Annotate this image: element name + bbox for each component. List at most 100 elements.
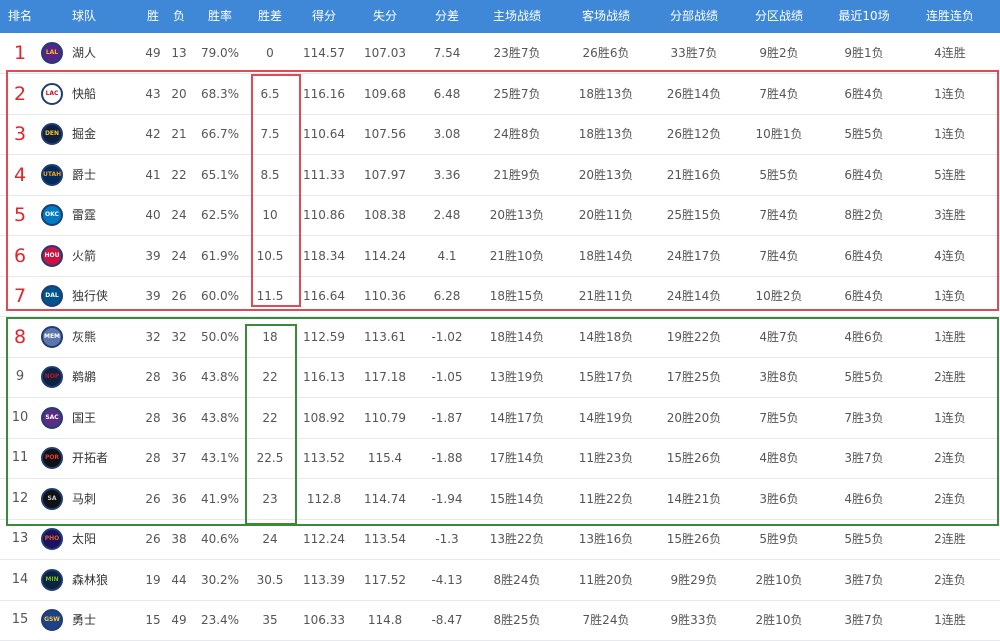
team-logo-icon[interactable]: GSW: [41, 609, 63, 631]
cell-conf: 20胜20负: [666, 410, 722, 425]
team-logo-icon[interactable]: OKC: [41, 204, 63, 226]
table-row[interactable]: 13 PHO 太阳 26 38 40.6% 24 112.24 113.54 -1.3 13胜22负…: [0, 519, 1000, 560]
team-name-link[interactable]: 森林狼: [72, 560, 108, 600]
team-name-link[interactable]: 灰熊: [72, 317, 96, 357]
cell-div: 10胜2负: [755, 289, 803, 303]
team-name-link[interactable]: 开拓者: [72, 438, 108, 478]
cell-away: 20胜11负: [578, 208, 634, 222]
cell-home: 18胜15负: [489, 289, 545, 303]
cell-div: 3胜6负: [759, 491, 799, 506]
cell-home: 13胜19负: [489, 370, 545, 384]
header-conf[interactable]: 分部战绩: [654, 0, 734, 33]
table-row[interactable]: 9 NOP 鹈鹕 28 36 43.8% 22 116.13 117.18 -1.05 13胜19负…: [0, 357, 1000, 398]
team-name-link[interactable]: 太阳: [72, 519, 96, 559]
header-home[interactable]: 主场战绩: [477, 0, 557, 33]
cell-away: 11胜23负: [578, 451, 634, 465]
cell-diff: -1.02: [431, 329, 463, 344]
header-away[interactable]: 客场战绩: [566, 0, 646, 33]
table-row[interactable]: 10 SAC 国王 28 36 43.8% 22 108.92 110.79 -1.87 14胜17…: [0, 398, 1000, 439]
cell-streak: 2连胜: [934, 370, 966, 384]
rank-number: 5: [13, 204, 27, 226]
cell-last10: 8胜2负: [844, 208, 884, 222]
cell-away: 18胜13负: [578, 127, 634, 141]
cell-home: 14胜17负: [489, 410, 545, 425]
table-row[interactable]: 1 LAL 湖人 49 13 79.0% 0 114.57 107.03 7.54 23胜7负 26胜…: [0, 33, 1000, 74]
team-logo-icon[interactable]: DAL: [41, 285, 63, 307]
team-name-link[interactable]: 国王: [72, 398, 96, 438]
team-logo-icon[interactable]: NOP: [41, 366, 63, 388]
cell-div: 7胜4负: [759, 86, 799, 101]
rank-number: 10: [11, 409, 29, 425]
cell-last10: 6胜4负: [844, 86, 884, 101]
cell-conf: 14胜21负: [666, 491, 722, 506]
team-logo-icon[interactable]: MEM: [41, 325, 63, 348]
cell-diff: 6.48: [433, 86, 461, 101]
table-row[interactable]: 3 DEN 掘金 42 21 66.7% 7.5 110.64 107.56 3.08 24胜8负 1…: [0, 114, 1000, 155]
cell-away: 13胜16负: [578, 532, 634, 546]
rank-number: 11: [11, 450, 29, 465]
team-name-link[interactable]: 湖人: [72, 33, 96, 73]
cell-away: 11胜22负: [578, 491, 634, 506]
team-logo-icon[interactable]: PHO: [41, 528, 63, 550]
team-logo-icon[interactable]: SA: [41, 487, 63, 510]
team-name-link[interactable]: 快船: [72, 74, 96, 114]
table-row[interactable]: 11 POR 开拓者 28 37 43.1% 22.5 113.52 115.4 -1.88 17胜…: [0, 438, 1000, 479]
team-logo-icon[interactable]: UTAH: [41, 163, 63, 186]
header-last10[interactable]: 最近10场: [824, 0, 904, 33]
cell-last10: 6胜4负: [844, 248, 884, 263]
team-name-link[interactable]: 爵士: [72, 155, 96, 195]
team-name-link[interactable]: 鹈鹕: [72, 357, 96, 397]
team-logo-icon[interactable]: LAL: [41, 42, 63, 64]
cell-last10: 4胜6负: [844, 491, 884, 506]
table-row[interactable]: 5 OKC 雷霆 40 24 62.5% 10 110.86 108.38 2.48 20胜13负 2…: [0, 195, 1000, 236]
cell-conf: 24胜14负: [666, 289, 722, 303]
cell-streak: 5连胜: [934, 167, 966, 182]
team-logo-icon[interactable]: SAC: [41, 406, 63, 429]
table-row[interactable]: 12 SA 马刺 26 36 41.9% 23 112.8 114.74 -1.94 15胜14负 1…: [0, 479, 1000, 520]
cell-conf: 26胜12负: [666, 127, 722, 141]
cell-streak: 1连负: [934, 289, 966, 303]
rank-number: 2: [13, 82, 27, 105]
cell-away: 18胜13负: [578, 86, 634, 101]
team-logo-icon[interactable]: POR: [41, 447, 63, 469]
cell-streak: 2连负: [934, 451, 966, 465]
team-logo-icon[interactable]: HOU: [41, 244, 63, 267]
cell-last10: 6胜4负: [844, 167, 884, 182]
cell-home: 25胜7负: [493, 86, 541, 101]
cell-conf: 17胜25负: [666, 370, 722, 384]
table-row[interactable]: 15 GSW 勇士 15 49 23.4% 35 106.33 114.8 -8.47 8胜25负 7…: [0, 600, 1000, 641]
table-row[interactable]: 4 UTAH 爵士 41 22 65.1% 8.5 111.33 107.97 3.36 21胜9负…: [0, 155, 1000, 196]
table-row[interactable]: 8 MEM 灰熊 32 32 50.0% 18 112.59 113.61 -1.02 18胜14负…: [0, 317, 1000, 358]
team-logo-icon[interactable]: MIN: [41, 568, 63, 591]
table-row[interactable]: 7 DAL 独行侠 39 26 60.0% 11.5 116.64 110.36 6.28 18胜1…: [0, 276, 1000, 317]
cell-away: 7胜24负: [582, 613, 630, 627]
team-name-link[interactable]: 火箭: [72, 236, 96, 276]
cell-diff: -1.87: [431, 410, 463, 425]
team-name-link[interactable]: 独行侠: [72, 276, 108, 316]
team-logo-icon[interactable]: LAC: [41, 82, 63, 105]
cell-last10: 3胜7负: [844, 451, 884, 465]
cell-home: 23胜7负: [493, 46, 541, 60]
rank-number: 3: [13, 123, 27, 145]
team-name-link[interactable]: 掘金: [72, 114, 96, 154]
team-logo-icon[interactable]: DEN: [41, 123, 63, 145]
rank-number: 14: [11, 571, 29, 587]
rank-number: 15: [11, 612, 29, 627]
cell-diff: 7.54: [433, 46, 461, 60]
team-name-link[interactable]: 马刺: [72, 479, 96, 519]
header-streak[interactable]: 连胜连负: [910, 0, 990, 33]
team-name-link[interactable]: 雷霆: [72, 195, 96, 235]
team-name-link[interactable]: 勇士: [72, 600, 96, 640]
table-row[interactable]: 6 HOU 火箭 39 24 61.9% 10.5 118.34 114.24 4.1 21胜10负…: [0, 236, 1000, 277]
header-div[interactable]: 分区战绩: [739, 0, 819, 33]
cell-div: 9胜2负: [759, 46, 799, 60]
cell-home: 8胜25负: [493, 613, 541, 627]
cell-conf: 19胜22负: [666, 329, 722, 344]
table-row[interactable]: 14 MIN 森林狼 19 44 30.2% 30.5 113.39 117.52 -4.13 8胜…: [0, 560, 1000, 601]
table-row[interactable]: 2 LAC 快船 43 20 68.3% 6.5 116.16 109.68 6.48 25胜7负 1…: [0, 74, 1000, 115]
cell-streak: 2连负: [934, 491, 966, 506]
table-header: 排名 球队胜负胜率 胜差 得分 失分 分差 主场战绩 客场战绩 分部战绩 分区战绩 最近10场 连胜连…: [0, 0, 1000, 33]
header-diff[interactable]: 分差: [407, 0, 487, 33]
rank-number: 13: [11, 531, 29, 546]
header-team[interactable]: 球队: [44, 0, 124, 33]
